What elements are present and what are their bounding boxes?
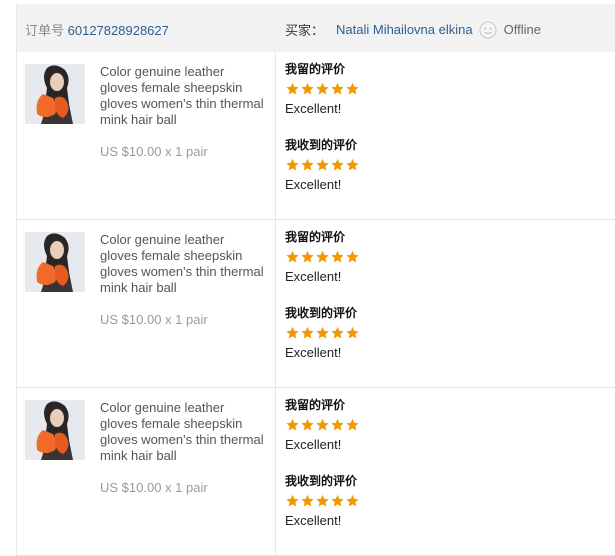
product-price: US $10.00 x 1 pair bbox=[100, 144, 208, 159]
star-icon bbox=[331, 418, 344, 431]
column-divider bbox=[275, 388, 276, 555]
given-feedback: 我留的评价 Excellent! bbox=[285, 60, 360, 116]
star-icon bbox=[286, 494, 299, 507]
star-icon bbox=[286, 418, 299, 431]
received-feedback-comment: Excellent! bbox=[285, 177, 342, 192]
buyer-name-link[interactable]: Natali Mihailovna elkina bbox=[336, 22, 473, 37]
star-icon bbox=[301, 494, 314, 507]
product-thumbnail[interactable] bbox=[25, 232, 85, 292]
star-icon bbox=[316, 250, 329, 263]
buyer-group: 买家： Natali Mihailovna elkina Offline bbox=[285, 20, 541, 39]
product-thumbnail[interactable] bbox=[25, 400, 85, 460]
order-item-row: Color genuine leather gloves female shee… bbox=[17, 52, 615, 220]
product-title-link[interactable]: Color genuine leather gloves female shee… bbox=[100, 400, 265, 464]
received-feedback-label: 我收到的评价 bbox=[285, 138, 358, 152]
star-icon bbox=[301, 418, 314, 431]
received-feedback: 我收到的评价 Excellent! bbox=[285, 136, 360, 192]
star-icon bbox=[346, 418, 359, 431]
order-number-link[interactable]: 60127828928627 bbox=[68, 23, 169, 38]
order-item-row: Color genuine leather gloves female shee… bbox=[17, 220, 615, 388]
star-icon bbox=[286, 250, 299, 263]
given-feedback-comment: Excellent! bbox=[285, 437, 342, 452]
given-feedback-label: 我留的评价 bbox=[285, 62, 346, 76]
star-icon bbox=[331, 158, 344, 171]
given-rating bbox=[285, 82, 360, 96]
star-icon bbox=[301, 82, 314, 95]
given-rating bbox=[285, 418, 360, 432]
received-rating bbox=[285, 494, 360, 508]
column-divider bbox=[275, 220, 276, 387]
star-icon bbox=[316, 326, 329, 339]
given-rating bbox=[285, 250, 360, 264]
star-icon bbox=[346, 494, 359, 507]
star-icon bbox=[316, 158, 329, 171]
smiley-icon[interactable] bbox=[479, 21, 497, 39]
order-card: 订单号 60127828928627 买家： Natali Mihailovna… bbox=[16, 4, 615, 556]
given-feedback-label: 我留的评价 bbox=[285, 398, 346, 412]
star-icon bbox=[286, 158, 299, 171]
star-icon bbox=[346, 326, 359, 339]
star-icon bbox=[316, 82, 329, 95]
star-icon bbox=[331, 250, 344, 263]
order-number-label: 订单号 bbox=[25, 23, 65, 38]
product-price: US $10.00 x 1 pair bbox=[100, 312, 208, 327]
given-feedback-comment: Excellent! bbox=[285, 101, 342, 116]
star-icon bbox=[346, 250, 359, 263]
star-icon bbox=[286, 326, 299, 339]
star-icon bbox=[286, 82, 299, 95]
online-status: Offline bbox=[503, 22, 541, 37]
star-icon bbox=[331, 494, 344, 507]
order-number-group: 订单号 60127828928627 bbox=[25, 20, 169, 39]
order-header: 订单号 60127828928627 买家： Natali Mihailovna… bbox=[17, 4, 615, 52]
star-icon bbox=[331, 326, 344, 339]
star-icon bbox=[346, 158, 359, 171]
star-icon bbox=[301, 158, 314, 171]
given-feedback-comment: Excellent! bbox=[285, 269, 342, 284]
received-feedback: 我收到的评价 Excellent! bbox=[285, 472, 360, 528]
given-feedback: 我留的评价 Excellent! bbox=[285, 396, 360, 452]
star-icon bbox=[346, 82, 359, 95]
star-icon bbox=[301, 250, 314, 263]
received-rating bbox=[285, 326, 360, 340]
product-title-link[interactable]: Color genuine leather gloves female shee… bbox=[100, 64, 265, 128]
product-price: US $10.00 x 1 pair bbox=[100, 480, 208, 495]
column-divider bbox=[275, 52, 276, 219]
given-feedback-label: 我留的评价 bbox=[285, 230, 346, 244]
buyer-label: 买家： bbox=[285, 23, 325, 38]
order-item-row: Color genuine leather gloves female shee… bbox=[17, 388, 615, 556]
received-rating bbox=[285, 158, 360, 172]
received-feedback: 我收到的评价 Excellent! bbox=[285, 304, 360, 360]
given-feedback: 我留的评价 Excellent! bbox=[285, 228, 360, 284]
received-feedback-label: 我收到的评价 bbox=[285, 474, 358, 488]
star-icon bbox=[316, 494, 329, 507]
received-feedback-label: 我收到的评价 bbox=[285, 306, 358, 320]
received-feedback-comment: Excellent! bbox=[285, 345, 342, 360]
star-icon bbox=[331, 82, 344, 95]
product-thumbnail[interactable] bbox=[25, 64, 85, 124]
received-feedback-comment: Excellent! bbox=[285, 513, 342, 528]
star-icon bbox=[301, 326, 314, 339]
product-title-link[interactable]: Color genuine leather gloves female shee… bbox=[100, 232, 265, 296]
star-icon bbox=[316, 418, 329, 431]
